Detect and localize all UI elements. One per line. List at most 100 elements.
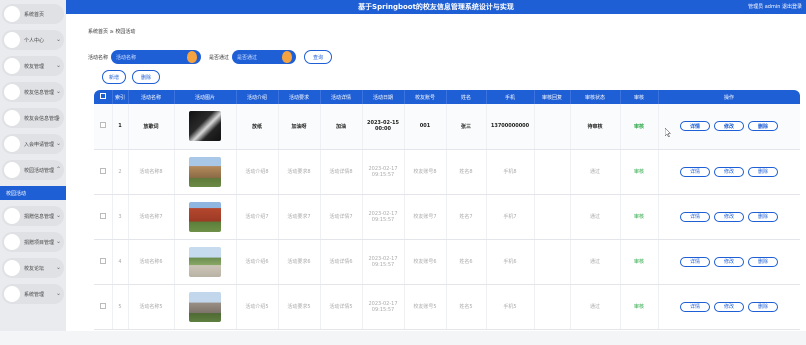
cell-index: 3 bbox=[112, 194, 129, 240]
cell-reply bbox=[534, 104, 571, 150]
edit-button[interactable]: 修改 bbox=[714, 211, 744, 222]
edit-button[interactable]: 修改 bbox=[714, 121, 744, 132]
sidebar-item-profile[interactable]: 个人中心 ⌄ bbox=[2, 30, 64, 50]
table-row: 3 活动名称7 活动介绍7 活动要求7 活动详情7 2023-02-17 09:… bbox=[94, 194, 800, 240]
cell-actions: 详情 修改 删除 bbox=[658, 239, 800, 285]
activity-image bbox=[189, 156, 221, 187]
user-logout-link[interactable]: 管理员 admin 退出登录 bbox=[748, 3, 802, 10]
sidebar-item-home[interactable]: 系统首页 bbox=[2, 4, 64, 24]
column-header: 审核 bbox=[620, 90, 659, 104]
column-header: 索引 bbox=[112, 90, 129, 104]
row-checkbox[interactable] bbox=[94, 284, 113, 330]
table-row: 2 活动名称8 活动介绍8 活动要求8 活动详情8 2023-02-17 09:… bbox=[94, 149, 800, 195]
delete-button[interactable]: 删除 bbox=[748, 166, 778, 177]
activity-name-input[interactable]: 活动名称 bbox=[111, 50, 202, 64]
detail-button[interactable]: 详情 bbox=[680, 211, 710, 222]
sidebar-item-campus-activities[interactable]: 校园活动管理 ⌃ bbox=[2, 160, 64, 180]
edit-button[interactable]: 修改 bbox=[714, 256, 744, 267]
delete-button[interactable]: 删除 bbox=[748, 256, 778, 267]
detail-button[interactable]: 详情 bbox=[680, 256, 710, 267]
activity-image bbox=[189, 246, 221, 277]
cell-reply bbox=[534, 194, 571, 240]
table-row: 4 活动名称6 活动介绍6 活动要求6 活动详情6 2023-02-17 09:… bbox=[94, 239, 800, 285]
menu-icon bbox=[4, 208, 20, 224]
cell-index: 5 bbox=[112, 284, 129, 330]
row-checkbox[interactable] bbox=[94, 149, 113, 195]
cell-requirement: 加油呀 bbox=[278, 104, 321, 150]
sidebar-item-alumni[interactable]: 校友管理 ⌄ bbox=[2, 56, 64, 76]
row-checkbox[interactable] bbox=[94, 194, 113, 240]
cell-phone: 手机5 bbox=[486, 284, 535, 330]
column-header: 活动介绍 bbox=[236, 90, 279, 104]
cell-state: 待审核 bbox=[570, 104, 621, 150]
cell-person: 姓名6 bbox=[446, 239, 487, 285]
edit-button[interactable]: 修改 bbox=[714, 301, 744, 312]
app-title: 基于Springboot的校友信息管理系统设计与实现 bbox=[358, 3, 514, 11]
sidebar-item-association[interactable]: 校友会信息管理 ⌄ bbox=[2, 108, 64, 128]
delete-button[interactable]: 删除 bbox=[748, 121, 778, 132]
activity-image bbox=[189, 291, 221, 322]
menu-icon bbox=[4, 58, 20, 74]
cell-reply bbox=[534, 239, 571, 285]
column-header: 审核状态 bbox=[570, 90, 621, 104]
cell-account: 校友账号5 bbox=[404, 284, 447, 330]
sidebar-item-alumni-info[interactable]: 校友信息管理 ⌄ bbox=[2, 82, 64, 102]
input-decoration-icon bbox=[187, 51, 198, 63]
table-row: 5 活动名称5 活动介绍5 活动要求5 活动详情5 2023-02-17 09:… bbox=[94, 284, 800, 330]
sidebar-item-donation-projects[interactable]: 捐赠项目管理 ⌄ bbox=[2, 232, 64, 252]
review-link[interactable]: 审核 bbox=[620, 284, 659, 330]
detail-button[interactable]: 详情 bbox=[680, 301, 710, 312]
cell-reply bbox=[534, 284, 571, 330]
menu-icon bbox=[4, 110, 20, 126]
chevron-down-icon: ⌄ bbox=[55, 212, 61, 219]
chevron-down-icon: ⌄ bbox=[55, 36, 61, 43]
delete-button[interactable]: 删除 bbox=[748, 211, 778, 222]
cell-person: 姓名8 bbox=[446, 149, 487, 195]
menu-icon bbox=[4, 234, 20, 250]
column-header: 校友账号 bbox=[404, 90, 447, 104]
delete-button[interactable]: 删除 bbox=[748, 301, 778, 312]
review-link[interactable]: 审核 bbox=[620, 239, 659, 285]
sidebar-item-label: 校园活动管理 bbox=[24, 167, 55, 174]
batch-delete-button[interactable]: 删除 bbox=[132, 70, 160, 84]
cell-requirement: 活动要求8 bbox=[278, 149, 321, 195]
cell-account: 校友账号6 bbox=[404, 239, 447, 285]
sidebar-item-applications[interactable]: 入会申请管理 ⌄ bbox=[2, 134, 64, 154]
detail-button[interactable]: 详情 bbox=[680, 166, 710, 177]
cell-state: 通过 bbox=[570, 194, 621, 240]
cell-intro: 活动介绍7 bbox=[236, 194, 279, 240]
column-header: 审核回复 bbox=[534, 90, 571, 104]
sidebar-item-system[interactable]: 系统管理 ⌄ bbox=[2, 284, 64, 304]
row-checkbox[interactable] bbox=[94, 104, 113, 150]
add-button[interactable]: 新增 bbox=[102, 70, 126, 84]
select-all-checkbox[interactable] bbox=[94, 90, 113, 104]
detail-button[interactable]: 详情 bbox=[680, 121, 710, 132]
activity-image bbox=[189, 111, 221, 142]
activity-image bbox=[189, 201, 221, 232]
review-link[interactable]: 审核 bbox=[620, 104, 659, 150]
cell-image bbox=[174, 104, 237, 150]
review-status-placeholder: 是否通过 bbox=[237, 54, 258, 61]
cell-actions: 详情 修改 删除 bbox=[658, 149, 800, 195]
edit-button[interactable]: 修改 bbox=[714, 166, 744, 177]
select-decoration-icon bbox=[282, 51, 293, 63]
sidebar-item-forum[interactable]: 校友论坛 ⌄ bbox=[2, 258, 64, 278]
cell-name: 活动名称5 bbox=[128, 284, 175, 330]
cell-index: 4 bbox=[112, 239, 129, 285]
cell-date: 2023-02-17 09:15:57 bbox=[362, 194, 405, 240]
menu-icon bbox=[4, 6, 20, 22]
review-status-select[interactable]: 是否通过 bbox=[232, 50, 297, 64]
sidebar-item-donation-info[interactable]: 捐赠信息管理 ⌄ bbox=[2, 206, 64, 226]
cell-requirement: 活动要求7 bbox=[278, 194, 321, 240]
cell-intro: 活动介绍8 bbox=[236, 149, 279, 195]
menu-icon bbox=[4, 136, 20, 152]
review-link[interactable]: 审核 bbox=[620, 149, 659, 195]
review-link[interactable]: 审核 bbox=[620, 194, 659, 240]
row-checkbox[interactable] bbox=[94, 239, 113, 285]
query-button[interactable]: 查询 bbox=[304, 50, 333, 64]
cell-intro: 活动介绍5 bbox=[236, 284, 279, 330]
sidebar-subitem-activities[interactable]: 校园活动 bbox=[0, 186, 66, 200]
cell-person: 张三 bbox=[446, 104, 487, 150]
sidebar-item-label: 入会申请管理 bbox=[24, 141, 55, 148]
column-header: 活动图片 bbox=[174, 90, 237, 104]
